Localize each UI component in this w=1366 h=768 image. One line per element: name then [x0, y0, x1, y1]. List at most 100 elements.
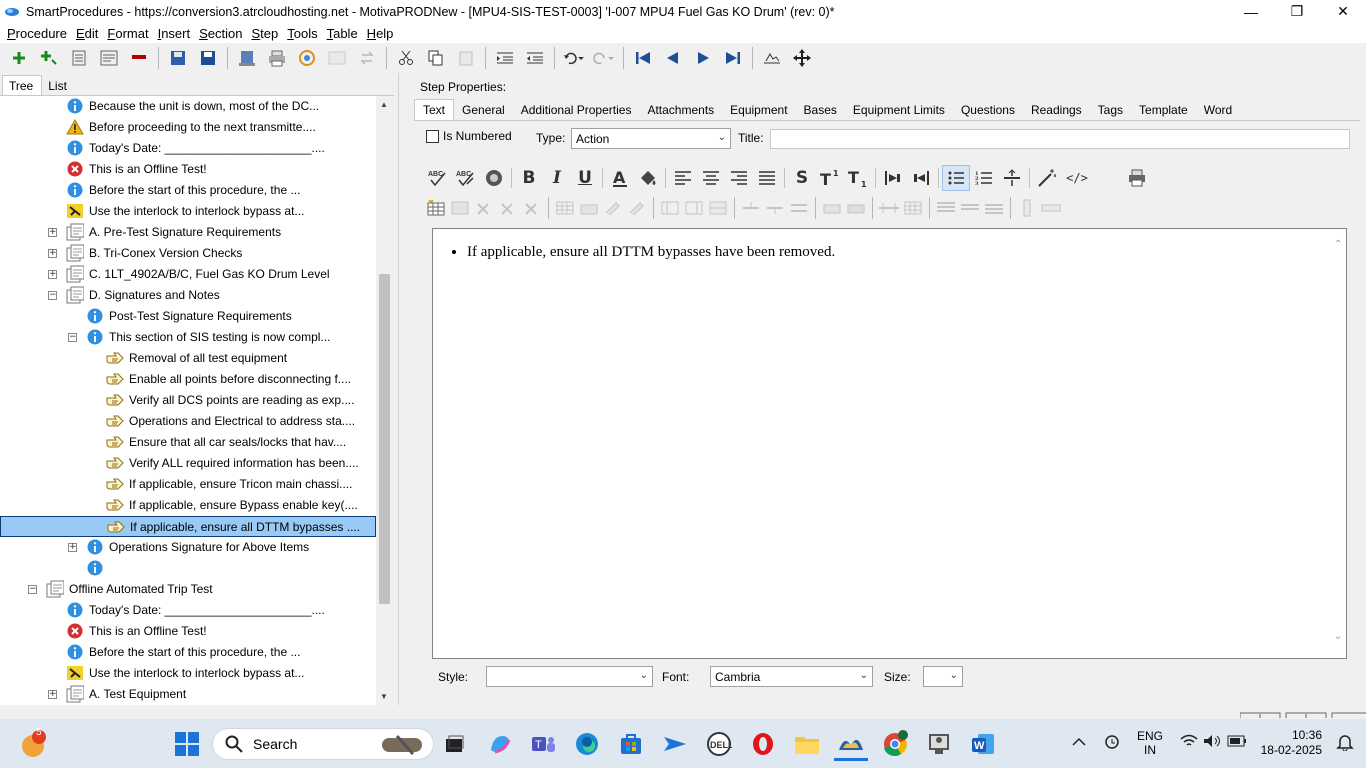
tree-item[interactable]: If applicable, ensure Bypass enable key(…: [0, 495, 376, 516]
tree-item[interactable]: Ensure that all car seals/locks that hav…: [0, 432, 376, 453]
insert-col-left-icon[interactable]: [658, 198, 682, 218]
tree-item[interactable]: Post-Test Signature Requirements: [0, 306, 376, 327]
mail-icon[interactable]: [658, 727, 692, 761]
copilot-icon[interactable]: [482, 727, 516, 761]
panel-splitter[interactable]: [398, 73, 404, 705]
thesaurus-icon[interactable]: [480, 165, 508, 191]
outline-icon[interactable]: [94, 45, 124, 71]
vertical-bar-icon[interactable]: [1015, 198, 1039, 218]
tree-item[interactable]: This is an Offline Test!: [0, 159, 376, 180]
tab-bases[interactable]: Bases: [796, 100, 845, 120]
font-select[interactable]: Cambria ⌄: [710, 666, 873, 687]
tab-equipment[interactable]: Equipment: [722, 100, 795, 120]
battery-icon[interactable]: [1227, 735, 1247, 750]
store-icon[interactable]: [614, 727, 648, 761]
superscript-icon[interactable]: T1: [816, 165, 844, 191]
swap-icon[interactable]: [352, 45, 382, 71]
tree-item[interactable]: Before the start of this procedure, the …: [0, 642, 376, 663]
increase-indent-icon[interactable]: [879, 165, 907, 191]
expand-icon[interactable]: +: [68, 543, 77, 552]
smartprocedures-taskbar-icon[interactable]: [834, 727, 868, 761]
find-icon[interactable]: [757, 45, 787, 71]
html-source-icon[interactable]: </>: [1061, 165, 1093, 191]
spell-check-options-icon[interactable]: ABC: [452, 165, 480, 191]
justify-icon[interactable]: [753, 165, 781, 191]
file-explorer-icon[interactable]: [790, 727, 824, 761]
scroll-down-icon[interactable]: ▼: [380, 692, 388, 701]
menu-tools[interactable]: Tools: [284, 26, 323, 41]
cut-icon[interactable]: [391, 45, 421, 71]
menu-table[interactable]: Table: [324, 26, 364, 41]
clock[interactable]: 10:36 18-02-2025: [1258, 728, 1322, 758]
step-text-editor[interactable]: If applicable, ensure all DTTM bypasses …: [432, 228, 1347, 659]
tab-additional-properties[interactable]: Additional Properties: [513, 100, 640, 120]
bold-icon[interactable]: B: [515, 165, 543, 191]
insert-col-right-icon[interactable]: [682, 198, 706, 218]
table-grid-icon[interactable]: [553, 198, 577, 218]
col-width-icon[interactable]: [877, 198, 901, 218]
align-right-icon[interactable]: [725, 165, 753, 191]
delete-row-icon[interactable]: [496, 198, 520, 218]
cell-fill-icon[interactable]: [844, 198, 868, 218]
insert-row-above-icon[interactable]: [739, 198, 763, 218]
insert-table-icon[interactable]: [424, 198, 448, 218]
last-step-icon[interactable]: [718, 45, 748, 71]
col-grid-icon[interactable]: [901, 198, 925, 218]
tree-item[interactable]: − This section of SIS testing is now comp…: [0, 327, 376, 348]
is-numbered-checkbox[interactable]: [426, 129, 439, 143]
tree-item[interactable]: − D. Signatures and Notes: [0, 285, 376, 306]
horizontal-rule-icon[interactable]: [998, 165, 1026, 191]
tree-item[interactable]: Before the start of this procedure, the …: [0, 180, 376, 201]
underline-icon[interactable]: U: [571, 165, 599, 191]
menu-edit[interactable]: Edit: [73, 26, 104, 41]
cell-props-icon[interactable]: [820, 198, 844, 218]
collapse-icon[interactable]: −: [48, 291, 57, 300]
tab-text[interactable]: Text: [414, 99, 455, 120]
outdent-icon[interactable]: [520, 45, 550, 71]
menu-step[interactable]: Step: [248, 26, 284, 41]
tree-item[interactable]: + C. 1LT_4902A/B/C, Fuel Gas KO Drum Leve…: [0, 264, 376, 285]
tab-equipment-limits[interactable]: Equipment Limits: [845, 100, 953, 120]
undo-icon[interactable]: [559, 45, 589, 71]
insert-row-below-icon[interactable]: [763, 198, 787, 218]
horizontal-bar-icon[interactable]: [1039, 198, 1063, 218]
save-icon[interactable]: [193, 45, 223, 71]
add-child-icon[interactable]: [34, 45, 64, 71]
subscript-icon[interactable]: T1: [844, 165, 872, 191]
highlight-icon[interactable]: [634, 165, 662, 191]
save-all-icon[interactable]: [163, 45, 193, 71]
form-icon[interactable]: [322, 45, 352, 71]
delete-col-icon[interactable]: [520, 198, 544, 218]
expand-icon[interactable]: +: [48, 249, 57, 258]
tree-item[interactable]: Verify ALL required information has been…: [0, 453, 376, 474]
tab-list[interactable]: List: [42, 76, 75, 95]
align-top-icon[interactable]: [934, 198, 958, 218]
menu-format[interactable]: Format: [104, 26, 154, 41]
tab-word[interactable]: Word: [1196, 100, 1240, 120]
merge-cells-icon[interactable]: [706, 198, 730, 218]
redo-icon[interactable]: [589, 45, 619, 71]
dell-icon[interactable]: DELL: [702, 727, 736, 761]
align-middle-icon[interactable]: [958, 198, 982, 218]
publish-icon[interactable]: [232, 45, 262, 71]
copy-icon[interactable]: [421, 45, 451, 71]
tree-item[interactable]: Use the interlock to interlock bypass at…: [0, 201, 376, 222]
type-select[interactable]: Action ⌄: [571, 128, 731, 149]
language-indicator[interactable]: ENG IN: [1137, 729, 1163, 757]
browser-icon[interactable]: [292, 45, 322, 71]
tree-item[interactable]: [0, 558, 376, 579]
italic-icon[interactable]: I: [543, 165, 571, 191]
style-select[interactable]: ⌄: [486, 666, 653, 687]
collapse-icon[interactable]: −: [68, 333, 77, 342]
print-icon[interactable]: [262, 45, 292, 71]
numbered-list-icon[interactable]: 123: [970, 165, 998, 191]
chrome-icon[interactable]: [878, 727, 912, 761]
bullet-list-icon[interactable]: [942, 165, 970, 191]
tab-readings[interactable]: Readings: [1023, 100, 1090, 120]
taskbar-search[interactable]: Search: [212, 728, 434, 760]
cloud-sync-icon[interactable]: [1102, 734, 1122, 753]
word-icon[interactable]: W: [966, 727, 1000, 761]
paste-icon[interactable]: [451, 45, 481, 71]
menu-insert[interactable]: Insert: [155, 26, 197, 41]
menu-section[interactable]: Section: [196, 26, 248, 41]
